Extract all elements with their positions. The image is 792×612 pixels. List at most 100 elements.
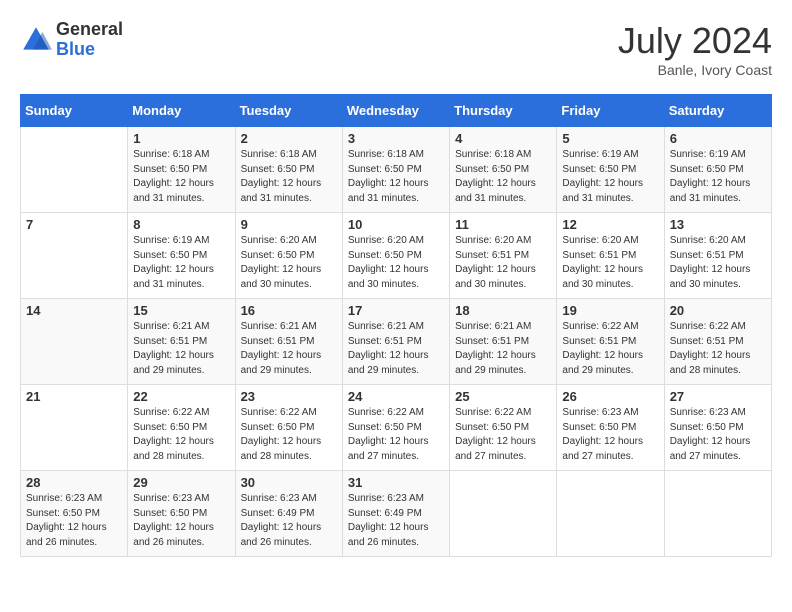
title-block: July 2024 Banle, Ivory Coast	[618, 20, 772, 78]
table-row: 16 Sunrise: 6:21 AM Sunset: 6:51 PM Dayli…	[235, 299, 342, 385]
day-number: 8	[133, 217, 229, 232]
day-info: Sunrise: 6:22 AM Sunset: 6:50 PM Dayligh…	[455, 406, 551, 464]
calendar-week-row: 1 Sunrise: 6:18 AM Sunset: 6:50 PM Daylig…	[21, 127, 772, 213]
day-number: 6	[670, 131, 766, 146]
table-row: 23 Sunrise: 6:22 AM Sunset: 6:50 PM Dayli…	[235, 385, 342, 471]
table-row: 8 Sunrise: 6:19 AM Sunset: 6:50 PM Daylig…	[128, 213, 235, 299]
day-info: Sunrise: 6:22 AM Sunset: 6:51 PM Dayligh…	[562, 320, 658, 378]
table-row: 17 Sunrise: 6:21 AM Sunset: 6:51 PM Dayli…	[342, 299, 449, 385]
table-row: 9 Sunrise: 6:20 AM Sunset: 6:50 PM Daylig…	[235, 213, 342, 299]
table-row	[21, 127, 128, 213]
table-row: 3 Sunrise: 6:18 AM Sunset: 6:50 PM Daylig…	[342, 127, 449, 213]
header-monday: Monday	[128, 95, 235, 127]
day-number: 30	[241, 475, 337, 490]
table-row: 2 Sunrise: 6:18 AM Sunset: 6:50 PM Daylig…	[235, 127, 342, 213]
table-row: 29 Sunrise: 6:23 AM Sunset: 6:50 PM Dayli…	[128, 471, 235, 557]
day-info: Sunrise: 6:22 AM Sunset: 6:50 PM Dayligh…	[348, 406, 444, 464]
day-number: 24	[348, 389, 444, 404]
table-row: 25 Sunrise: 6:22 AM Sunset: 6:50 PM Dayli…	[450, 385, 557, 471]
table-row: 7	[21, 213, 128, 299]
day-info: Sunrise: 6:23 AM Sunset: 6:50 PM Dayligh…	[133, 492, 229, 550]
table-row: 30 Sunrise: 6:23 AM Sunset: 6:49 PM Dayli…	[235, 471, 342, 557]
table-row: 1 Sunrise: 6:18 AM Sunset: 6:50 PM Daylig…	[128, 127, 235, 213]
day-number: 5	[562, 131, 658, 146]
table-row: 20Sunrise: 6:22 AM Sunset: 6:51 PM Dayli…	[664, 299, 771, 385]
header-thursday: Thursday	[450, 95, 557, 127]
day-number: 13	[670, 217, 766, 232]
day-number: 18	[455, 303, 551, 318]
header-friday: Friday	[557, 95, 664, 127]
table-row: 13Sunrise: 6:20 AM Sunset: 6:51 PM Dayli…	[664, 213, 771, 299]
table-row: 24 Sunrise: 6:22 AM Sunset: 6:50 PM Dayli…	[342, 385, 449, 471]
page-header: General Blue July 2024 Banle, Ivory Coas…	[20, 20, 772, 78]
day-info: Sunrise: 6:23 AM Sunset: 6:49 PM Dayligh…	[348, 492, 444, 550]
table-row: 12 Sunrise: 6:20 AM Sunset: 6:51 PM Dayli…	[557, 213, 664, 299]
day-number: 14	[26, 303, 122, 318]
table-row: 22 Sunrise: 6:22 AM Sunset: 6:50 PM Dayli…	[128, 385, 235, 471]
table-row	[450, 471, 557, 557]
day-info: Sunrise: 6:19 AM Sunset: 6:50 PM Dayligh…	[670, 148, 766, 206]
calendar-title: July 2024	[618, 20, 772, 62]
day-number: 11	[455, 217, 551, 232]
day-number: 20	[670, 303, 766, 318]
calendar-week-row: 28 Sunrise: 6:23 AM Sunset: 6:50 PM Dayli…	[21, 471, 772, 557]
day-info: Sunrise: 6:22 AM Sunset: 6:50 PM Dayligh…	[241, 406, 337, 464]
day-info: Sunrise: 6:23 AM Sunset: 6:50 PM Dayligh…	[26, 492, 122, 550]
table-row: 21	[21, 385, 128, 471]
day-info: Sunrise: 6:18 AM Sunset: 6:50 PM Dayligh…	[241, 148, 337, 206]
day-number: 1	[133, 131, 229, 146]
logo-general-text: General	[56, 20, 123, 40]
table-row: 19 Sunrise: 6:22 AM Sunset: 6:51 PM Dayli…	[557, 299, 664, 385]
day-number: 15	[133, 303, 229, 318]
day-info: Sunrise: 6:18 AM Sunset: 6:50 PM Dayligh…	[455, 148, 551, 206]
day-number: 21	[26, 389, 122, 404]
day-number: 10	[348, 217, 444, 232]
day-info: Sunrise: 6:19 AM Sunset: 6:50 PM Dayligh…	[562, 148, 658, 206]
day-number: 29	[133, 475, 229, 490]
calendar-week-row: 14 15 Sunrise: 6:21 AM Sunset: 6:51 PM Day…	[21, 299, 772, 385]
day-number: 19	[562, 303, 658, 318]
day-number: 9	[241, 217, 337, 232]
table-row	[557, 471, 664, 557]
day-info: Sunrise: 6:23 AM Sunset: 6:50 PM Dayligh…	[670, 406, 766, 464]
table-row: 10 Sunrise: 6:20 AM Sunset: 6:50 PM Dayli…	[342, 213, 449, 299]
day-number: 27	[670, 389, 766, 404]
day-info: Sunrise: 6:18 AM Sunset: 6:50 PM Dayligh…	[348, 148, 444, 206]
weekday-header-row: Sunday Monday Tuesday Wednesday Thursday…	[21, 95, 772, 127]
day-info: Sunrise: 6:23 AM Sunset: 6:49 PM Dayligh…	[241, 492, 337, 550]
day-info: Sunrise: 6:20 AM Sunset: 6:50 PM Dayligh…	[348, 234, 444, 292]
day-info: Sunrise: 6:18 AM Sunset: 6:50 PM Dayligh…	[133, 148, 229, 206]
day-number: 28	[26, 475, 122, 490]
table-row: 11 Sunrise: 6:20 AM Sunset: 6:51 PM Dayli…	[450, 213, 557, 299]
day-number: 22	[133, 389, 229, 404]
table-row: 14	[21, 299, 128, 385]
day-info: Sunrise: 6:20 AM Sunset: 6:51 PM Dayligh…	[562, 234, 658, 292]
logo: General Blue	[20, 20, 123, 60]
header-sunday: Sunday	[21, 95, 128, 127]
day-number: 25	[455, 389, 551, 404]
table-row	[664, 471, 771, 557]
day-info: Sunrise: 6:21 AM Sunset: 6:51 PM Dayligh…	[455, 320, 551, 378]
calendar-week-row: 21 22 Sunrise: 6:22 AM Sunset: 6:50 PM Day…	[21, 385, 772, 471]
day-info: Sunrise: 6:21 AM Sunset: 6:51 PM Dayligh…	[241, 320, 337, 378]
day-number: 23	[241, 389, 337, 404]
day-number: 3	[348, 131, 444, 146]
day-number: 12	[562, 217, 658, 232]
day-number: 2	[241, 131, 337, 146]
calendar-table: Sunday Monday Tuesday Wednesday Thursday…	[20, 94, 772, 557]
day-info: Sunrise: 6:19 AM Sunset: 6:50 PM Dayligh…	[133, 234, 229, 292]
day-number: 16	[241, 303, 337, 318]
day-info: Sunrise: 6:23 AM Sunset: 6:50 PM Dayligh…	[562, 406, 658, 464]
day-number: 31	[348, 475, 444, 490]
day-info: Sunrise: 6:22 AM Sunset: 6:50 PM Dayligh…	[133, 406, 229, 464]
table-row: 4 Sunrise: 6:18 AM Sunset: 6:50 PM Daylig…	[450, 127, 557, 213]
logo-blue-text: Blue	[56, 40, 123, 60]
day-number: 17	[348, 303, 444, 318]
day-number: 7	[26, 217, 122, 232]
table-row: 6 Sunrise: 6:19 AM Sunset: 6:50 PM Daylig…	[664, 127, 771, 213]
table-row: 28 Sunrise: 6:23 AM Sunset: 6:50 PM Dayli…	[21, 471, 128, 557]
day-number: 4	[455, 131, 551, 146]
day-info: Sunrise: 6:21 AM Sunset: 6:51 PM Dayligh…	[348, 320, 444, 378]
day-info: Sunrise: 6:20 AM Sunset: 6:51 PM Dayligh…	[455, 234, 551, 292]
day-info: Sunrise: 6:20 AM Sunset: 6:50 PM Dayligh…	[241, 234, 337, 292]
